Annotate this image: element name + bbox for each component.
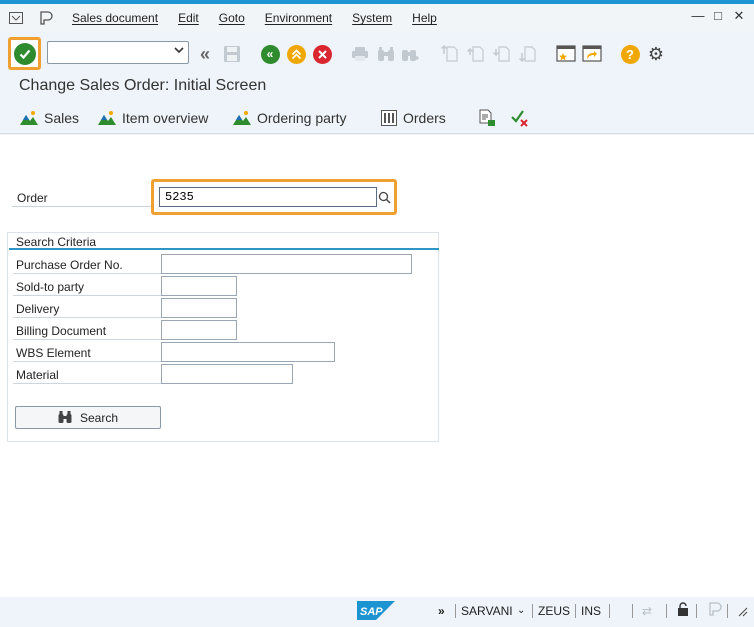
menu-goto[interactable]: Goto bbox=[219, 11, 245, 25]
settings-gear-icon[interactable]: ⚙ bbox=[646, 44, 666, 64]
mountain-icon bbox=[98, 110, 116, 126]
menu-environment[interactable]: Environment bbox=[265, 11, 332, 25]
chevron-down-icon[interactable] bbox=[174, 45, 184, 58]
item-overview-button[interactable]: Item overview bbox=[98, 110, 208, 126]
exit-icon[interactable] bbox=[286, 44, 306, 64]
shortcut-icon[interactable] bbox=[582, 44, 602, 64]
resize-grip-icon[interactable] bbox=[738, 606, 748, 620]
search-criteria-divider bbox=[9, 248, 439, 250]
status-separator bbox=[727, 604, 728, 618]
field-underline bbox=[13, 361, 161, 362]
orders-label: Orders bbox=[403, 110, 446, 126]
sold-to-party-label: Sold-to party bbox=[16, 280, 85, 294]
close-icon[interactable]: ✕ bbox=[731, 8, 747, 24]
order-label-underline bbox=[12, 206, 152, 207]
mountain-icon bbox=[233, 110, 251, 126]
sold-to-party-input[interactable] bbox=[161, 276, 237, 296]
search-criteria-title: Search Criteria bbox=[16, 235, 97, 249]
sap-logo: SAP bbox=[357, 601, 395, 620]
status-separator bbox=[575, 604, 576, 618]
document-icon[interactable] bbox=[478, 109, 496, 127]
enter-button[interactable] bbox=[8, 37, 41, 70]
first-page-icon[interactable] bbox=[440, 44, 460, 64]
wbs-element-input[interactable] bbox=[161, 342, 335, 362]
field-underline bbox=[13, 295, 161, 296]
cancel-icon[interactable] bbox=[312, 44, 332, 64]
purchase-order-input[interactable] bbox=[161, 254, 412, 274]
save-icon[interactable] bbox=[222, 44, 242, 64]
next-page-icon[interactable] bbox=[492, 44, 512, 64]
search-criteria-group: Search Criteria Purchase Order No. Sold-… bbox=[7, 232, 439, 442]
mountain-icon bbox=[20, 110, 38, 126]
field-underline bbox=[13, 273, 161, 274]
purchase-order-label: Purchase Order No. bbox=[16, 258, 123, 272]
menu-help[interactable]: Help bbox=[412, 11, 437, 25]
previous-page-icon[interactable] bbox=[466, 44, 486, 64]
field-underline bbox=[13, 317, 161, 318]
status-user: SARVANI bbox=[461, 604, 513, 618]
order-label: Order bbox=[17, 191, 48, 205]
delivery-input[interactable] bbox=[161, 298, 237, 318]
chevron-down-icon[interactable]: ⌄ bbox=[517, 605, 525, 616]
find-icon[interactable] bbox=[376, 44, 396, 64]
layout-icon[interactable] bbox=[38, 11, 54, 25]
status-separator bbox=[696, 604, 697, 618]
status-separator bbox=[455, 604, 456, 618]
ordering-party-label: Ordering party bbox=[257, 110, 347, 126]
material-input[interactable] bbox=[161, 364, 293, 384]
status-system: ZEUS bbox=[538, 604, 571, 618]
print-icon[interactable] bbox=[350, 44, 370, 64]
status-separator bbox=[609, 604, 610, 618]
binoculars-icon bbox=[58, 411, 72, 424]
back-icon[interactable]: « bbox=[260, 44, 280, 64]
order-input[interactable]: 5235 bbox=[159, 187, 377, 207]
sales-button[interactable]: Sales bbox=[20, 110, 79, 126]
menu-system[interactable]: System bbox=[352, 11, 392, 25]
list-icon bbox=[381, 110, 397, 126]
svg-text:SAP: SAP bbox=[360, 606, 383, 618]
application-toolbar: Sales Item overview Ordering party Order… bbox=[0, 104, 754, 134]
menu-edit[interactable]: Edit bbox=[178, 11, 199, 25]
minimize-icon[interactable]: — bbox=[690, 8, 706, 23]
field-underline bbox=[13, 339, 161, 340]
billing-document-input[interactable] bbox=[161, 320, 237, 340]
check-delete-icon[interactable] bbox=[510, 109, 530, 127]
sales-label: Sales bbox=[44, 110, 80, 126]
lock-icon[interactable] bbox=[677, 602, 689, 619]
transfer-icon[interactable]: ⇄ bbox=[642, 604, 652, 618]
layout-icon[interactable] bbox=[708, 602, 722, 619]
item-overview-label: Item overview bbox=[122, 110, 209, 126]
new-session-icon[interactable] bbox=[556, 44, 576, 64]
collapse-icon[interactable]: « bbox=[195, 44, 215, 64]
menu-sales-document[interactable]: Sales document bbox=[72, 11, 158, 25]
maximize-icon[interactable]: □ bbox=[710, 8, 726, 23]
delivery-label: Delivery bbox=[16, 302, 60, 316]
field-underline bbox=[13, 383, 161, 384]
menu-bar: Sales document Edit Goto Environment Sys… bbox=[0, 4, 754, 32]
help-icon[interactable]: ? bbox=[620, 44, 640, 64]
search-button[interactable]: Search bbox=[15, 406, 161, 429]
checkmark-icon bbox=[13, 42, 36, 65]
status-separator bbox=[666, 604, 667, 618]
find-next-icon[interactable] bbox=[400, 44, 420, 64]
status-separator bbox=[532, 604, 533, 618]
orders-button[interactable]: Orders bbox=[381, 110, 446, 126]
material-label: Material bbox=[16, 368, 59, 382]
search-button-label: Search bbox=[79, 410, 119, 425]
search-help-icon[interactable] bbox=[377, 188, 392, 206]
expand-status-icon[interactable]: » bbox=[438, 604, 445, 618]
billing-document-label: Billing Document bbox=[16, 324, 107, 338]
ordering-party-button[interactable]: Ordering party bbox=[233, 110, 346, 126]
status-mode[interactable]: INS bbox=[581, 604, 601, 618]
menu-dropdown-icon[interactable] bbox=[8, 11, 24, 25]
status-separator bbox=[632, 604, 633, 618]
last-page-icon[interactable] bbox=[518, 44, 538, 64]
page-title: Change Sales Order: Initial Screen bbox=[19, 77, 267, 94]
command-field[interactable] bbox=[47, 41, 189, 64]
wbs-element-label: WBS Element bbox=[16, 346, 91, 360]
